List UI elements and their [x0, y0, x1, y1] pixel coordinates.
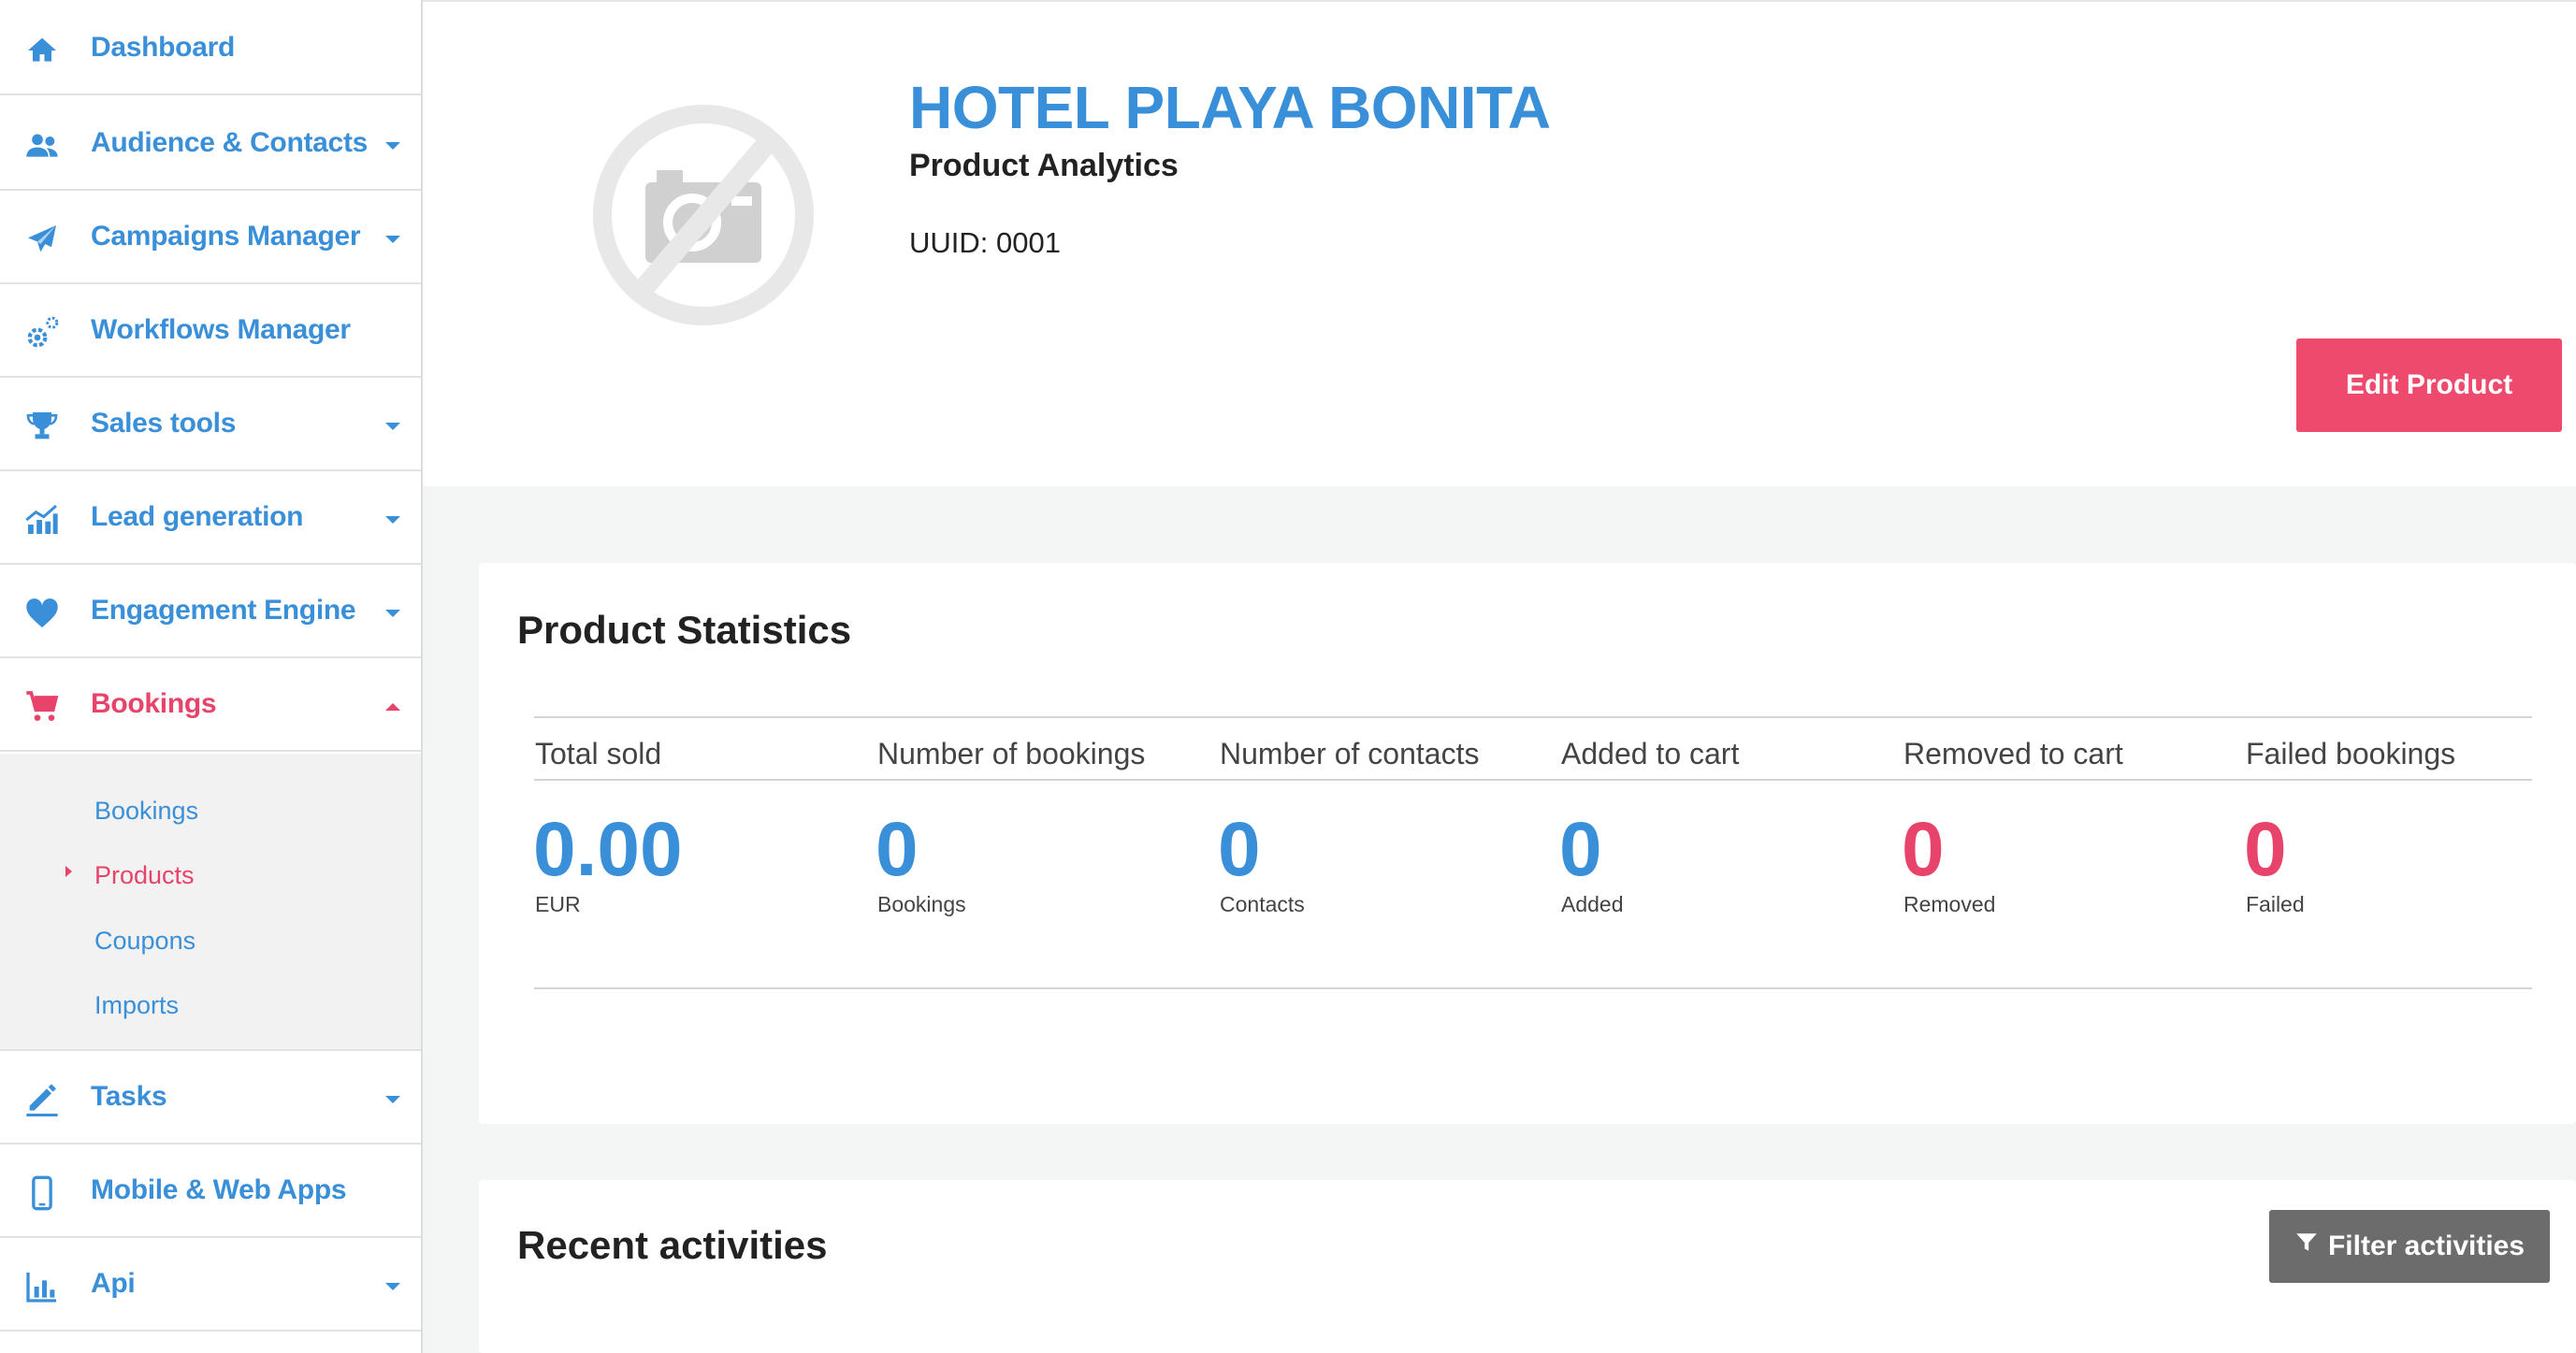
- stat-header-added-to-cart: Added to cart: [1561, 737, 1740, 770]
- recent-activities-title: Recent activities: [517, 1223, 828, 1267]
- sidebar-item-label: Api: [91, 1268, 136, 1299]
- submenu-item-coupons[interactable]: Coupons: [94, 927, 195, 956]
- chevron-down-icon: [385, 1096, 400, 1103]
- sidebar-item-label: Sales tools: [91, 408, 237, 439]
- sidebar-item-label: Dashboard: [91, 32, 235, 63]
- statistics-header-divider: [534, 779, 2532, 781]
- stat-unit-contacts: Contacts: [1220, 892, 1305, 916]
- sidebar: Dashboard Audience & Contacts Campaigns …: [0, 0, 423, 1353]
- mobile-icon: [19, 1174, 65, 1212]
- stat-unit-removed-to-cart: Removed: [1903, 892, 1996, 916]
- chart-line-icon: [19, 501, 65, 539]
- chevron-up-icon: [385, 703, 400, 711]
- sidebar-item-engagement-engine[interactable]: Engagement Engine: [0, 565, 421, 658]
- no-photo-icon: [591, 103, 816, 327]
- sidebar-item-label: Tasks: [91, 1081, 167, 1112]
- chevron-down-icon: [385, 610, 400, 617]
- gears-icon: [19, 314, 65, 352]
- sidebar-item-dashboard[interactable]: Dashboard: [0, 2, 421, 95]
- edit-product-button[interactable]: Edit Product: [2296, 338, 2562, 432]
- stat-unit-added-to-cart: Added: [1561, 892, 1624, 916]
- sidebar-item-tasks[interactable]: Tasks: [0, 1051, 421, 1144]
- submenu-item-bookings[interactable]: Bookings: [94, 797, 198, 826]
- chevron-down-icon: [385, 236, 400, 243]
- product-uuid: UUID: 0001: [909, 226, 1061, 259]
- sidebar-item-label: Audience & Contacts: [91, 127, 369, 158]
- sidebar-item-audience-contacts[interactable]: Audience & Contacts: [0, 97, 421, 191]
- heart-icon: [19, 595, 65, 632]
- stat-unit-bookings: Bookings: [877, 892, 966, 916]
- submenu-item-products[interactable]: Products: [94, 861, 195, 890]
- stat-unit-failed-bookings: Failed: [2246, 892, 2305, 916]
- filter-icon: [2294, 1231, 2319, 1262]
- stat-value-bookings: 0: [876, 807, 919, 892]
- active-arrow-icon: [65, 866, 72, 877]
- stat-unit-total-sold: EUR: [535, 892, 581, 916]
- filter-activities-button[interactable]: Filter activities: [2269, 1210, 2550, 1283]
- stat-header-failed-bookings: Failed bookings: [2246, 737, 2456, 770]
- sidebar-item-label: Campaigns Manager: [91, 221, 361, 252]
- sidebar-item-workflows-manager[interactable]: Workflows Manager: [0, 284, 421, 378]
- home-icon: [19, 32, 65, 69]
- statistics-table: [534, 716, 2532, 989]
- bookings-submenu: [0, 754, 421, 1051]
- chevron-down-icon: [385, 423, 400, 430]
- chevron-down-icon: [385, 1283, 400, 1290]
- sidebar-item-mobile-web-apps[interactable]: Mobile & Web Apps: [0, 1144, 421, 1238]
- sidebar-item-campaigns-manager[interactable]: Campaigns Manager: [0, 191, 421, 284]
- sidebar-item-bookings[interactable]: Bookings: [0, 658, 421, 752]
- page-subtitle: Product Analytics: [909, 148, 1179, 183]
- trophy-icon: [19, 408, 65, 445]
- bar-chart-icon: [19, 1268, 65, 1305]
- sidebar-item-api[interactable]: Api: [0, 1238, 421, 1331]
- filter-activities-label: Filter activities: [2327, 1231, 2525, 1261]
- chevron-down-icon: [385, 516, 400, 524]
- stat-value-failed-bookings: 0: [2244, 807, 2287, 892]
- sidebar-item-label: Bookings: [91, 688, 217, 719]
- page-title: HOTEL PLAYA BONITA: [909, 74, 1551, 141]
- stat-header-total-sold: Total sold: [535, 737, 662, 770]
- stat-value-removed-to-cart: 0: [1902, 807, 1945, 892]
- sidebar-item-sales-tools[interactable]: Sales tools: [0, 378, 421, 471]
- chevron-down-icon: [385, 142, 400, 150]
- stat-value-added-to-cart: 0: [1559, 807, 1602, 892]
- sidebar-item-label: Workflows Manager: [91, 314, 351, 345]
- submenu-item-imports[interactable]: Imports: [94, 991, 179, 1020]
- stat-value-contacts: 0: [1218, 807, 1261, 892]
- sidebar-item-lead-generation[interactable]: Lead generation: [0, 471, 421, 565]
- stat-header-bookings: Number of bookings: [877, 737, 1146, 770]
- statistics-title: Product Statistics: [517, 608, 852, 652]
- pencil-icon: [19, 1081, 65, 1118]
- stat-value-total-sold: 0.00: [533, 807, 683, 892]
- sidebar-item-label: Mobile & Web Apps: [91, 1174, 347, 1205]
- users-icon: [19, 127, 65, 165]
- sidebar-item-label: Engagement Engine: [91, 595, 356, 626]
- cart-icon: [19, 688, 65, 726]
- sidebar-item-label: Lead generation: [91, 501, 304, 532]
- stat-header-contacts: Number of contacts: [1220, 737, 1480, 770]
- paper-plane-icon: [19, 221, 65, 258]
- stat-header-removed-to-cart: Removed to cart: [1903, 737, 2123, 770]
